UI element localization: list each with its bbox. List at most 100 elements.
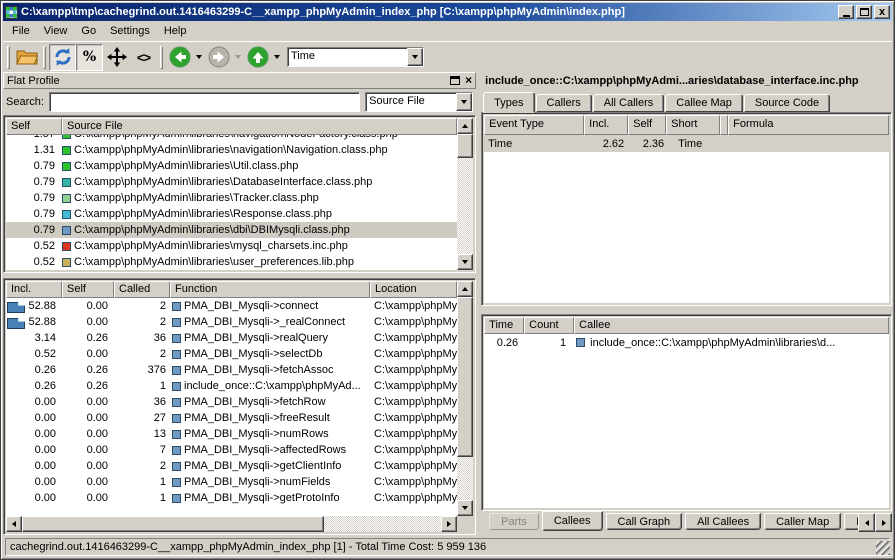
event-type-row[interactable]: Time 2.62 2.36 Time (484, 135, 889, 152)
relative-to-parent-toggle[interactable] (103, 44, 130, 71)
column-header-source-file[interactable]: Source File (62, 118, 457, 135)
toolbar-grip[interactable] (43, 46, 46, 69)
combo-dropdown-button[interactable] (407, 48, 423, 66)
column-header-incl[interactable]: Incl. (584, 115, 628, 135)
scroll-up-button[interactable] (457, 281, 473, 297)
column-header-location[interactable]: Location (370, 281, 457, 298)
dock-close-icon[interactable]: × (465, 76, 472, 85)
function-row[interactable]: 0.000.001PMA_DBI_Mysqli->numFieldsC:\xam… (6, 474, 457, 490)
function-row[interactable]: 52.880.002PMA_DBI_Mysqli->connectC:\xamp… (6, 298, 457, 314)
column-header-self[interactable]: Self (62, 281, 114, 298)
tab-callers[interactable]: Callers (536, 94, 592, 112)
dock-float-icon[interactable] (450, 76, 460, 85)
scroll-thumb[interactable] (457, 297, 473, 457)
function-row[interactable]: 0.260.26376PMA_DBI_Mysqli->fetchAssocC:\… (6, 362, 457, 378)
column-header-time[interactable]: Time (484, 317, 524, 334)
back-dropdown-caret[interactable] (196, 55, 202, 59)
column-header-self[interactable]: Self (628, 115, 666, 135)
group-by-selector[interactable]: Source File (365, 92, 473, 112)
function-row[interactable]: 0.000.0013PMA_DBI_Mysqli->numRowsC:\xamp… (6, 426, 457, 442)
function-row[interactable]: 0.000.001PMA_DBI_Mysqli->getProtoInfoC:\… (6, 490, 457, 506)
scroll-track[interactable] (457, 297, 473, 500)
forward-dropdown-caret[interactable] (235, 55, 241, 59)
column-header-incl[interactable]: Incl. (6, 281, 62, 298)
close-button[interactable]: x (874, 5, 890, 19)
function-table-hscrollbar[interactable] (6, 516, 457, 532)
up-button[interactable] (244, 44, 271, 71)
back-button[interactable] (166, 44, 193, 71)
column-header-formula[interactable]: Formula (728, 115, 889, 135)
tab-parts[interactable]: Parts (489, 513, 539, 530)
up-dropdown-caret[interactable] (274, 55, 280, 59)
scroll-up-button[interactable] (457, 118, 473, 134)
scroll-thumb[interactable] (22, 516, 324, 532)
file-row[interactable]: 0.79C:\xampp\phpMyAdmin\libraries\Respon… (6, 206, 457, 222)
column-header-function[interactable]: Function (170, 281, 370, 298)
function-row[interactable]: 52.880.002PMA_DBI_Mysqli->_realConnectC:… (6, 314, 457, 330)
file-row[interactable]: 0.79C:\xampp\phpMyAdmin\libraries\dbi\DB… (6, 222, 457, 238)
minimize-button[interactable] (838, 5, 854, 19)
shorten-templates-toggle[interactable]: <> (130, 44, 157, 71)
scroll-down-button[interactable] (457, 254, 473, 270)
open-file-button[interactable] (13, 44, 40, 71)
function-row[interactable]: 0.000.007PMA_DBI_Mysqli->affectedRowsC:\… (6, 442, 457, 458)
tab-callees[interactable]: Callees (542, 511, 603, 531)
file-table-vscrollbar[interactable] (457, 118, 473, 270)
column-header-callee[interactable]: Callee (574, 317, 889, 334)
maximize-button[interactable] (856, 5, 872, 19)
incl-value: 0.26 (6, 364, 62, 376)
search-input[interactable] (49, 92, 360, 112)
tab-all-callees[interactable]: All Callees (685, 513, 761, 530)
tab-scroll-left-button[interactable] (858, 513, 875, 532)
menu-view[interactable]: View (37, 23, 75, 39)
cycle-grouping-button[interactable] (49, 44, 76, 71)
relative-percent-toggle[interactable]: % (76, 44, 103, 71)
move-arrows-icon (107, 47, 127, 67)
function-row[interactable]: 3.140.2636PMA_DBI_Mysqli->realQueryC:\xa… (6, 330, 457, 346)
tab-types[interactable]: Types (483, 92, 534, 113)
function-row[interactable]: 0.000.0027PMA_DBI_Mysqli->freeResultC:\x… (6, 410, 457, 426)
file-row[interactable]: 0.52C:\xampp\phpMyAdmin\libraries\user_p… (6, 254, 457, 270)
toolbar-grip[interactable] (7, 46, 10, 69)
combo-dropdown-button[interactable] (456, 93, 472, 111)
column-header-count[interactable]: Count (524, 317, 574, 334)
toolbar-grip[interactable] (160, 46, 163, 69)
menu-settings[interactable]: Settings (103, 23, 157, 39)
tab-scroll-right-button[interactable] (875, 513, 892, 532)
scroll-left-button[interactable] (6, 516, 22, 532)
column-header-short[interactable]: Short (666, 115, 720, 135)
scroll-down-button[interactable] (457, 500, 473, 516)
file-row[interactable]: 1.31C:\xampp\phpMyAdmin\libraries\naviga… (6, 142, 457, 158)
forward-button[interactable] (205, 44, 232, 71)
scroll-right-button[interactable] (441, 516, 457, 532)
scroll-thumb[interactable] (457, 134, 473, 158)
file-row[interactable]: 0.52C:\xampp\phpMyAdmin\libraries\mysql_… (6, 238, 457, 254)
tab-call-graph[interactable]: Call Graph (606, 513, 683, 530)
event-type-selector[interactable]: Time (287, 47, 424, 67)
column-header-called[interactable]: Called (114, 281, 170, 298)
scroll-track[interactable] (457, 134, 473, 254)
function-table-vscrollbar[interactable] (457, 281, 473, 516)
menu-go[interactable]: Go (74, 23, 103, 39)
column-header-self[interactable]: Self (6, 118, 62, 135)
function-row[interactable]: 0.260.261include_once::C:\xampp\phpMyAd.… (6, 378, 457, 394)
function-row[interactable]: 0.520.002PMA_DBI_Mysqli->selectDbC:\xamp… (6, 346, 457, 362)
column-header-event-type[interactable]: Event Type (484, 115, 584, 135)
tab-source-code[interactable]: Source Code (744, 94, 830, 112)
file-row[interactable]: 1.57C:\xampp\phpMyAdmin\libraries\naviga… (6, 135, 457, 142)
location-value: C:\xampp\phpMy (370, 332, 457, 344)
callee-row[interactable]: 0.26 1 include_once::C:\xampp\phpMyAdmin… (484, 334, 889, 351)
tab-caller-map[interactable]: Caller Map (764, 513, 841, 530)
resize-grip[interactable] (876, 541, 890, 555)
file-row[interactable]: 0.79C:\xampp\phpMyAdmin\libraries\Tracke… (6, 190, 457, 206)
tab-all-callers[interactable]: All Callers (593, 94, 665, 112)
file-row[interactable]: 0.79C:\xampp\phpMyAdmin\libraries\Util.c… (6, 158, 457, 174)
cost-color-icon (62, 135, 71, 139)
scroll-track[interactable] (22, 516, 441, 532)
menu-file[interactable]: File (5, 23, 37, 39)
file-row[interactable]: 0.79C:\xampp\phpMyAdmin\libraries\Databa… (6, 174, 457, 190)
menu-help[interactable]: Help (157, 23, 194, 39)
function-row[interactable]: 0.000.002PMA_DBI_Mysqli->getClientInfoC:… (6, 458, 457, 474)
function-row[interactable]: 0.000.0036PMA_DBI_Mysqli->fetchRowC:\xam… (6, 394, 457, 410)
tab-callee-map[interactable]: Callee Map (665, 94, 743, 112)
